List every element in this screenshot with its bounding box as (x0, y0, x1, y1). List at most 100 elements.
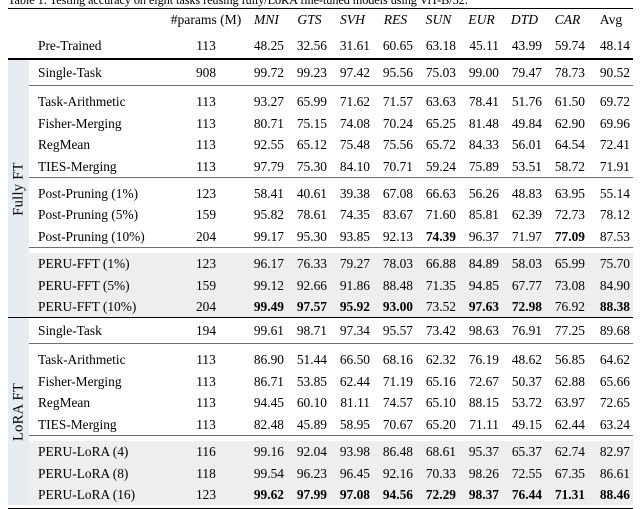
column-header-task: RES (374, 8, 417, 34)
metric-value: 73.08 (546, 274, 589, 297)
column-header-task: EUR (460, 8, 503, 34)
metric-value: 45.11 (460, 33, 503, 61)
bottom-rule-cell (374, 505, 417, 509)
metric-value: 96.17 (245, 253, 288, 275)
metric-value: 74.35 (339, 207, 370, 223)
metric-value: 81.11 (340, 395, 370, 411)
results-table-body: #params (M) MNI GTS SVH RES SUN EUR DTD CAR Avg Pr… (8, 8, 633, 509)
metric-value: 98.37 (460, 483, 503, 506)
metric-value: 99.00 (460, 58, 503, 86)
metric-value: 67.77 (503, 274, 546, 297)
metric-value: 43.99 (503, 33, 546, 61)
params-value: 159 (167, 274, 245, 297)
metric-value: 66.88 (417, 253, 460, 275)
params-value: 123 (167, 483, 245, 506)
avg-value: 75.70 (589, 253, 633, 275)
metric-value: 92.04 (288, 441, 331, 463)
avg-value: 63.24 (599, 416, 630, 432)
avg-value: 78.12 (599, 207, 630, 223)
metric-value: 93.00 (374, 296, 417, 318)
avg-value: 69.72 (599, 94, 630, 110)
bottom-rule-cell (167, 505, 245, 509)
metric-value: 72.55 (503, 462, 546, 484)
column-header-task: DTD (503, 8, 546, 34)
table-page: Table 1: Testing accuracy on eight tasks… (0, 0, 640, 509)
metric-value: 70.71 (382, 158, 413, 174)
avg-value: 88.38 (589, 296, 633, 318)
avg-value: 64.62 (599, 352, 630, 368)
metric-value: 98.26 (460, 462, 503, 484)
avg-value: 89.68 (589, 317, 633, 344)
bottom-rule-cell (417, 505, 460, 509)
metric-value: 94.56 (374, 483, 417, 506)
metric-value: 99.12 (245, 274, 288, 297)
params-value: 113 (196, 137, 216, 153)
avg-value: 86.61 (589, 462, 633, 484)
metric-value: 71.57 (382, 94, 413, 110)
metric-value: 84.89 (460, 253, 503, 275)
metric-value: 66.50 (339, 352, 370, 368)
method-name: RegMean (38, 395, 91, 411)
metric-value: 99.16 (245, 441, 288, 463)
metric-value: 32.56 (288, 33, 331, 61)
metric-value: 88.15 (468, 395, 499, 411)
table-row: Pre-Trained 113 48.25 32.56 31.61 60.65 63.18 4… (8, 33, 633, 61)
metric-value: 75.56 (382, 137, 413, 153)
metric-value: 76.33 (288, 253, 331, 275)
metric-value: 49.15 (511, 416, 542, 432)
method-name: RegMean (38, 137, 91, 153)
metric-value: 70.67 (382, 416, 413, 432)
params-value: 908 (167, 58, 245, 86)
table-row: RegMean 113 94.45 60.10 81.11 74.57 65.10 88.15… (8, 392, 633, 413)
column-header-method (29, 8, 167, 34)
metric-value: 62.39 (511, 207, 542, 223)
results-table: #params (M) MNI GTS SVH RES SUN EUR DTD CAR Avg Pr… (8, 8, 633, 509)
metric-value: 95.37 (460, 441, 503, 463)
params-value: 116 (167, 441, 245, 463)
metric-value: 84.10 (339, 158, 370, 174)
table-row: PERU-LoRA (8) 118 99.54 96.23 96.45 92.16 70.3… (8, 462, 633, 484)
avg-value: 72.65 (599, 395, 630, 411)
metric-value: 62.44 (339, 373, 370, 389)
table-row: PERU-FFT (10%) 204 99.49 97.57 95.92 93.00 73.… (8, 296, 633, 318)
metric-value: 74.57 (382, 395, 413, 411)
column-header-task: SVH (331, 8, 374, 34)
metric-value: 96.37 (468, 228, 499, 244)
group-label-spacer (8, 8, 29, 34)
params-value: 113 (196, 395, 216, 411)
avg-value: 87.53 (599, 228, 630, 244)
metric-value: 86.48 (374, 441, 417, 463)
metric-value: 86.90 (253, 352, 284, 368)
metric-value: 58.95 (339, 416, 370, 432)
metric-value: 76.19 (468, 352, 499, 368)
metric-value: 98.63 (460, 317, 503, 344)
metric-value: 65.10 (425, 395, 456, 411)
metric-value: 50.37 (511, 373, 542, 389)
column-header-params: #params (M) (167, 8, 245, 34)
method-name: PERU-FFT (5%) (29, 274, 167, 297)
metric-value: 48.62 (511, 352, 542, 368)
metric-value: 63.97 (554, 395, 585, 411)
group-label-spacer (8, 505, 29, 509)
metric-value: 62.90 (554, 115, 585, 131)
metric-value: 78.61 (296, 207, 327, 223)
metric-value: 93.85 (339, 228, 370, 244)
metric-value: 73.52 (417, 296, 460, 318)
metric-value: 75.89 (468, 158, 499, 174)
table-row: PERU-LoRA (4) 116 99.16 92.04 93.98 86.48 68.6… (8, 441, 633, 463)
metric-value: 79.47 (503, 58, 546, 86)
method-name: PERU-LoRA (8) (29, 462, 167, 484)
params-value: 113 (167, 33, 245, 61)
metric-value: 73.42 (417, 317, 460, 344)
table-caption: Table 1: Testing accuracy on eight tasks… (8, 0, 468, 7)
metric-value: 98.71 (288, 317, 331, 344)
metric-value: 71.19 (382, 373, 413, 389)
method-name: TIES-Merging (38, 416, 117, 432)
bottom-rule-cell (460, 505, 503, 509)
metric-value: 72.67 (468, 373, 499, 389)
metric-value: 78.03 (374, 253, 417, 275)
metric-value: 99.54 (245, 462, 288, 484)
metric-value: 63.63 (425, 94, 456, 110)
metric-value: 92.16 (374, 462, 417, 484)
metric-value: 62.88 (554, 373, 585, 389)
